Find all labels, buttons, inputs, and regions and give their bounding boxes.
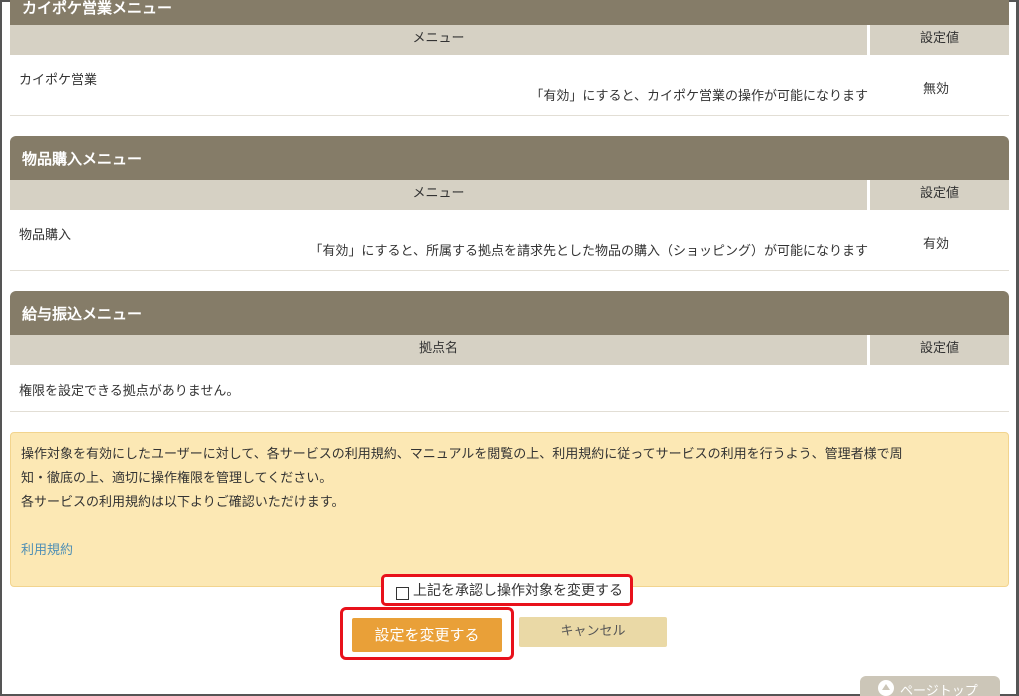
- table-row: カイポケ営業 「有効」にすると、カイポケ営業の操作が可能になります 無効: [10, 55, 1009, 116]
- section-title-salary-transfer: 給与振込メニュー: [10, 291, 1009, 335]
- terms-link[interactable]: 利用規約: [21, 539, 73, 563]
- page-top-label: ページトップ: [900, 684, 978, 696]
- confirm-label[interactable]: 上記を承認し操作対象を変更する: [413, 580, 623, 600]
- table-header: 拠点名 設定値: [10, 335, 1009, 365]
- row-description: 「有効」にすると、所属する拠点を請求先とした物品の購入（ショッピング）が可能にな…: [309, 244, 868, 259]
- table-row-empty: 権限を設定できる拠点がありません。: [10, 365, 1009, 412]
- confirm-checkbox[interactable]: [396, 586, 409, 600]
- column-header-location: 拠点名: [10, 335, 867, 365]
- row-value[interactable]: 無効: [923, 78, 949, 97]
- column-header-menu: メニュー: [10, 25, 867, 55]
- row-description: 「有効」にすると、カイポケ営業の操作が可能になります: [530, 89, 868, 104]
- notice-line: 操作対象を有効にしたユーザーに対して、各サービスの利用規約、マニュアルを閲覧の上…: [21, 447, 903, 462]
- row-name: 物品購入: [19, 228, 72, 243]
- column-header-value: 設定値: [870, 25, 1009, 55]
- notice-box: 操作対象を有効にしたユーザーに対して、各サービスの利用規約、マニュアルを閲覧の上…: [10, 432, 1009, 587]
- submit-button-highlight: 設定を変更する: [340, 607, 514, 660]
- column-header-menu: メニュー: [10, 180, 867, 210]
- section-title-kaipoke-sales: カイポケ営業メニュー: [10, 0, 1009, 25]
- arrow-up-icon: [878, 680, 894, 696]
- row-value[interactable]: 有効: [923, 233, 949, 252]
- column-header-value: 設定値: [870, 180, 1009, 210]
- row-name: カイポケ営業: [19, 73, 98, 88]
- section-title-purchase: 物品購入メニュー: [10, 136, 1009, 180]
- table-row: 物品購入 「有効」にすると、所属する拠点を請求先とした物品の購入（ショッピング）…: [10, 210, 1009, 271]
- empty-message: 権限を設定できる拠点がありません。: [19, 384, 240, 399]
- table-header: メニュー 設定値: [10, 180, 1009, 210]
- cancel-button[interactable]: キャンセル: [519, 617, 667, 647]
- column-header-value: 設定値: [870, 335, 1009, 365]
- confirm-checkbox-highlight[interactable]: 上記を承認し操作対象を変更する: [381, 574, 633, 606]
- notice-line: 知・徹底の上、適切に操作権限を管理してください。: [21, 471, 333, 486]
- submit-button[interactable]: 設定を変更する: [352, 618, 502, 652]
- notice-line: 各サービスの利用規約は以下よりご確認いただけます。: [21, 495, 345, 510]
- table-header: メニュー 設定値: [10, 25, 1009, 55]
- page-top-button[interactable]: ページトップ: [860, 676, 1000, 696]
